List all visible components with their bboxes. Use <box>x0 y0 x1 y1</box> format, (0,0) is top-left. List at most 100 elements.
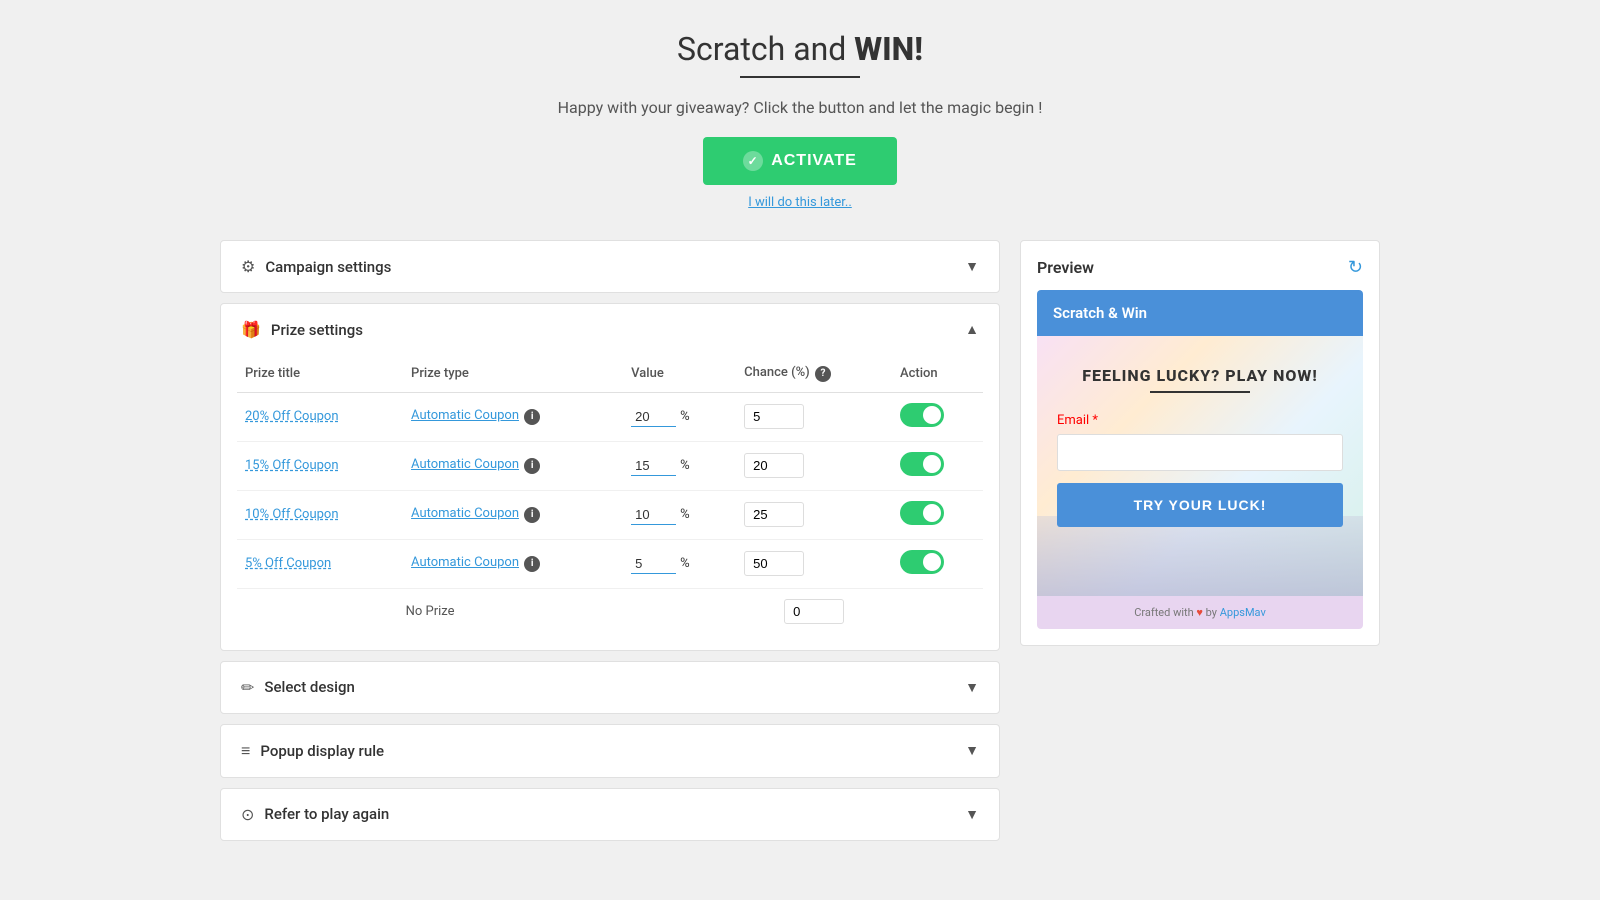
no-prize-chance-cell <box>623 588 736 634</box>
prize-type-info-icon[interactable]: i <box>524 556 540 572</box>
toggle-switch[interactable] <box>900 403 944 427</box>
prize-title-cell: 10% Off Coupon <box>237 490 403 539</box>
gift-icon: 🎁 <box>241 320 261 339</box>
prize-type-cell: Automatic Coupon i <box>403 539 623 588</box>
pencil-icon: ✏ <box>241 678 254 697</box>
widget-email-input[interactable] <box>1057 434 1343 471</box>
widget-email-label: Email * <box>1057 413 1343 428</box>
refresh-icon[interactable]: ↻ <box>1348 257 1363 278</box>
widget-footer: Crafted with ♥ by AppsMav <box>1037 596 1363 629</box>
chevron-down-icon: ▼ <box>965 679 979 696</box>
select-design-header[interactable]: ✏ Select design ▼ <box>221 662 999 713</box>
toggle-slider <box>900 403 944 427</box>
chance-cell <box>736 441 892 490</box>
value-cell: % <box>623 539 736 588</box>
widget-feeling-text: FEELING LUCKY? PLAY NOW! <box>1057 366 1343 385</box>
prize-type-cell: Automatic Coupon i <box>403 392 623 441</box>
toggle-slider <box>900 501 944 525</box>
action-cell <box>892 392 983 441</box>
prize-table: Prize title Prize type Value Chance (%) … <box>237 355 983 634</box>
no-prize-action-cell <box>892 588 983 634</box>
refer-to-play-header[interactable]: ⊙ Refer to play again ▼ <box>221 789 999 840</box>
no-prize-label: No Prize <box>237 588 623 634</box>
select-design-section: ✏ Select design ▼ <box>220 661 1000 714</box>
col-value: Value <box>623 355 736 392</box>
later-link[interactable]: I will do this later.. <box>220 195 1380 210</box>
table-row: 10% Off Coupon Automatic Coupon i % <box>237 490 983 539</box>
preview-panel: Preview ↻ Scratch & Win FEELING LUCKY? P… <box>1020 240 1380 646</box>
email-required-star: * <box>1092 413 1098 428</box>
value-input[interactable] <box>631 456 676 476</box>
left-panel: ⚙ Campaign settings ▼ 🎁 Prize settings ▲ <box>220 240 1000 851</box>
widget-try-button[interactable]: TRY YOUR LUCK! <box>1057 483 1343 527</box>
action-cell <box>892 441 983 490</box>
heart-icon: ♥ <box>1196 606 1205 619</box>
preview-title: Preview <box>1037 258 1094 277</box>
prize-type-info-icon[interactable]: i <box>524 409 540 425</box>
prize-settings-section: 🎁 Prize settings ▲ Prize title Prize typ… <box>220 303 1000 651</box>
prize-type-link[interactable]: Automatic Coupon <box>411 506 519 521</box>
toggle-switch[interactable] <box>900 550 944 574</box>
no-prize-chance-input-cell <box>736 588 892 634</box>
toggle-slider <box>900 550 944 574</box>
chance-cell <box>736 392 892 441</box>
chevron-down-icon: ▼ <box>965 742 979 759</box>
chance-input[interactable] <box>744 502 804 527</box>
prize-type-link[interactable]: Automatic Coupon <box>411 555 519 570</box>
value-unit: % <box>680 507 690 522</box>
chevron-down-icon: ▼ <box>965 806 979 823</box>
value-unit: % <box>680 458 690 473</box>
no-prize-chance-input[interactable] <box>784 599 844 624</box>
preview-widget: Scratch & Win FEELING LUCKY? PLAY NOW! E… <box>1037 290 1363 629</box>
page-title: Scratch and WIN! <box>220 30 1380 68</box>
campaign-settings-header[interactable]: ⚙ Campaign settings ▼ <box>221 241 999 292</box>
prize-title-link[interactable]: 15% Off Coupon <box>245 458 339 473</box>
header-subtitle: Happy with your giveaway? Click the butt… <box>220 98 1380 117</box>
value-input[interactable] <box>631 554 676 574</box>
value-input[interactable] <box>631 505 676 525</box>
prize-title-cell: 5% Off Coupon <box>237 539 403 588</box>
value-cell: % <box>623 490 736 539</box>
scratch-overlay <box>1037 516 1363 596</box>
value-input[interactable] <box>631 407 676 427</box>
prize-title-cell: 20% Off Coupon <box>237 392 403 441</box>
action-cell <box>892 490 983 539</box>
col-action: Action <box>892 355 983 392</box>
prize-type-link[interactable]: Automatic Coupon <box>411 457 519 472</box>
col-chance: Chance (%) ? <box>736 355 892 392</box>
chance-cell <box>736 490 892 539</box>
chevron-down-icon: ▼ <box>965 258 979 275</box>
play-icon: ⊙ <box>241 805 254 824</box>
prize-settings-header[interactable]: 🎁 Prize settings ▲ <box>221 304 999 355</box>
check-icon: ✓ <box>743 151 763 171</box>
popup-display-header[interactable]: ≡ Popup display rule ▼ <box>221 725 999 777</box>
value-unit: % <box>680 409 690 424</box>
table-row: 5% Off Coupon Automatic Coupon i % <box>237 539 983 588</box>
prize-title-link[interactable]: 5% Off Coupon <box>245 556 331 571</box>
toggle-switch[interactable] <box>900 501 944 525</box>
action-cell <box>892 539 983 588</box>
table-row: 20% Off Coupon Automatic Coupon i % <box>237 392 983 441</box>
toggle-switch[interactable] <box>900 452 944 476</box>
activate-button[interactable]: ✓ ACTIVATE <box>703 137 897 185</box>
chance-input[interactable] <box>744 453 804 478</box>
widget-underline <box>1150 391 1250 393</box>
prize-type-link[interactable]: Automatic Coupon <box>411 408 519 423</box>
chevron-up-icon: ▲ <box>965 321 979 338</box>
col-prize-type: Prize type <box>403 355 623 392</box>
prize-type-info-icon[interactable]: i <box>524 458 540 474</box>
toggle-slider <box>900 452 944 476</box>
preview-header: Preview ↻ <box>1037 257 1363 278</box>
prize-title-link[interactable]: 20% Off Coupon <box>245 409 339 424</box>
chance-input[interactable] <box>744 404 804 429</box>
page-header: Scratch and WIN! Happy with your giveawa… <box>220 30 1380 210</box>
appsmav-link[interactable]: AppsMav <box>1220 606 1266 619</box>
gear-icon: ⚙ <box>241 257 255 276</box>
chance-info-icon[interactable]: ? <box>815 366 831 382</box>
widget-header: Scratch & Win <box>1037 290 1363 336</box>
prize-type-info-icon[interactable]: i <box>524 507 540 523</box>
value-cell: % <box>623 392 736 441</box>
prize-settings-body: Prize title Prize type Value Chance (%) … <box>221 355 999 650</box>
chance-input[interactable] <box>744 551 804 576</box>
prize-title-link[interactable]: 10% Off Coupon <box>245 507 339 522</box>
